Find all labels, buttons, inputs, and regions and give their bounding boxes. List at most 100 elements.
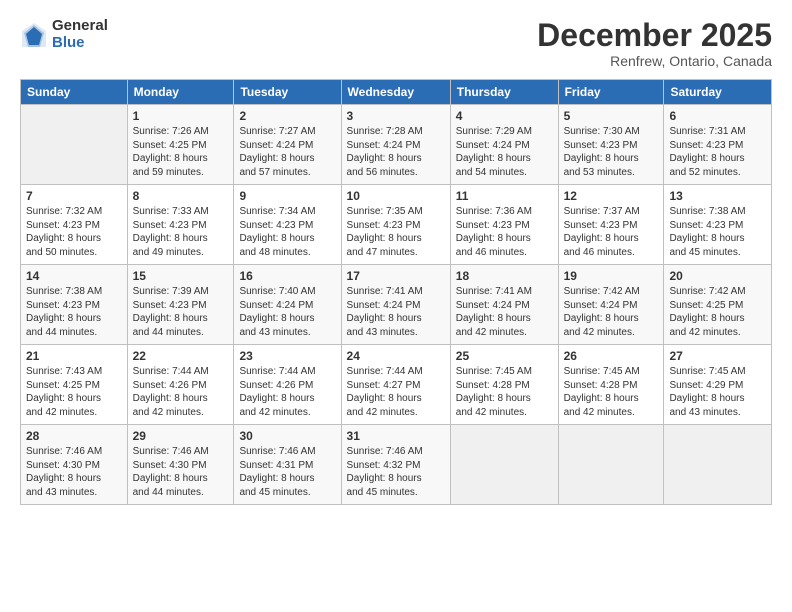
logo: General Blue [20, 18, 108, 51]
col-saturday: Saturday [664, 80, 772, 105]
day-number: 24 [347, 349, 445, 363]
calendar-cell: 21Sunrise: 7:43 AMSunset: 4:25 PMDayligh… [21, 345, 128, 425]
calendar-cell [21, 105, 128, 185]
day-number: 29 [133, 429, 229, 443]
day-info: Sunrise: 7:43 AMSunset: 4:25 PMDaylight:… [26, 365, 122, 419]
day-number: 26 [564, 349, 659, 363]
day-info: Sunrise: 7:44 AMSunset: 4:26 PMDaylight:… [133, 365, 229, 419]
day-number: 11 [456, 189, 553, 203]
day-info: Sunrise: 7:44 AMSunset: 4:26 PMDaylight:… [239, 365, 335, 419]
day-number: 2 [239, 109, 335, 123]
col-wednesday: Wednesday [341, 80, 450, 105]
calendar-cell: 20 Sunrise: 7:42 AMSunset: 4:25 PMDayligh… [664, 265, 772, 345]
calendar-cell: 28 Sunrise: 7:46 AMSunset: 4:30 PMDayligh… [21, 425, 128, 505]
day-info: Sunrise: 7:45 AMSunset: 4:28 PMDaylight:… [564, 365, 659, 419]
calendar-cell: 23 Sunrise: 7:44 AMSunset: 4:26 PMDayligh… [234, 345, 341, 425]
day-info: Sunrise: 7:27 AMSunset: 4:24 PMDaylight:… [239, 125, 335, 179]
logo-blue-text: Blue [52, 35, 108, 52]
day-info: Sunrise: 7:30 AMSunset: 4:23 PMDaylight:… [564, 125, 659, 179]
calendar-cell: 3Sunrise: 7:28 AMSunset: 4:24 PMDaylight… [341, 105, 450, 185]
calendar-cell: 17Sunrise: 7:41 AMSunset: 4:24 PMDayligh… [341, 265, 450, 345]
day-number: 31 [347, 429, 445, 443]
day-number: 23 [239, 349, 335, 363]
calendar-cell [450, 425, 558, 505]
calendar-cell: 31 Sunrise: 7:46 AMSunset: 4:32 PMDayligh… [341, 425, 450, 505]
day-info: Sunrise: 7:28 AMSunset: 4:24 PMDaylight:… [347, 125, 445, 179]
calendar-cell: 18 Sunrise: 7:41 AMSunset: 4:24 PMDayligh… [450, 265, 558, 345]
day-number: 19 [564, 269, 659, 283]
col-thursday: Thursday [450, 80, 558, 105]
day-number: 15 [133, 269, 229, 283]
col-friday: Friday [558, 80, 664, 105]
day-number: 18 [456, 269, 553, 283]
logo-text: General Blue [52, 18, 108, 51]
calendar-cell: 2 Sunrise: 7:27 AMSunset: 4:24 PMDaylight… [234, 105, 341, 185]
calendar-week-5: 28 Sunrise: 7:46 AMSunset: 4:30 PMDayligh… [21, 425, 772, 505]
day-info: Sunrise: 7:42 AMSunset: 4:24 PMDaylight:… [564, 285, 659, 339]
calendar-week-2: 7 Sunrise: 7:32 AMSunset: 4:23 PMDaylight… [21, 185, 772, 265]
calendar-cell: 4Sunrise: 7:29 AMSunset: 4:24 PMDaylight… [450, 105, 558, 185]
day-info: Sunrise: 7:38 AMSunset: 4:23 PMDaylight:… [26, 285, 122, 339]
calendar-cell: 25 Sunrise: 7:45 AMSunset: 4:28 PMDayligh… [450, 345, 558, 425]
calendar-cell: 13 Sunrise: 7:38 AMSunset: 4:23 PMDayligh… [664, 185, 772, 265]
day-number: 13 [669, 189, 766, 203]
day-info: Sunrise: 7:46 AMSunset: 4:30 PMDaylight:… [133, 445, 229, 499]
day-number: 12 [564, 189, 659, 203]
col-sunday: Sunday [21, 80, 128, 105]
calendar-cell: 15 Sunrise: 7:39 AMSunset: 4:23 PMDayligh… [127, 265, 234, 345]
day-number: 27 [669, 349, 766, 363]
header-row: Sunday Monday Tuesday Wednesday Thursday… [21, 80, 772, 105]
calendar-cell: 29 Sunrise: 7:46 AMSunset: 4:30 PMDayligh… [127, 425, 234, 505]
day-info: Sunrise: 7:45 AMSunset: 4:29 PMDaylight:… [669, 365, 766, 419]
day-info: Sunrise: 7:40 AMSunset: 4:24 PMDaylight:… [239, 285, 335, 339]
calendar-cell: 22 Sunrise: 7:44 AMSunset: 4:26 PMDayligh… [127, 345, 234, 425]
day-info: Sunrise: 7:37 AMSunset: 4:23 PMDaylight:… [564, 205, 659, 259]
calendar-cell: 27 Sunrise: 7:45 AMSunset: 4:29 PMDayligh… [664, 345, 772, 425]
day-info: Sunrise: 7:35 AMSunset: 4:23 PMDaylight:… [347, 205, 445, 259]
day-info: Sunrise: 7:38 AMSunset: 4:23 PMDaylight:… [669, 205, 766, 259]
day-number: 30 [239, 429, 335, 443]
day-number: 10 [347, 189, 445, 203]
day-info: Sunrise: 7:44 AMSunset: 4:27 PMDaylight:… [347, 365, 445, 419]
day-info: Sunrise: 7:32 AMSunset: 4:23 PMDaylight:… [26, 205, 122, 259]
calendar-cell [558, 425, 664, 505]
day-info: Sunrise: 7:39 AMSunset: 4:23 PMDaylight:… [133, 285, 229, 339]
calendar-cell: 24 Sunrise: 7:44 AMSunset: 4:27 PMDayligh… [341, 345, 450, 425]
title-section: December 2025 Renfrew, Ontario, Canada [537, 18, 772, 69]
day-number: 8 [133, 189, 229, 203]
day-number: 9 [239, 189, 335, 203]
calendar-cell: 11 Sunrise: 7:36 AMSunset: 4:23 PMDayligh… [450, 185, 558, 265]
day-info: Sunrise: 7:31 AMSunset: 4:23 PMDaylight:… [669, 125, 766, 179]
calendar-cell: 19 Sunrise: 7:42 AMSunset: 4:24 PMDayligh… [558, 265, 664, 345]
day-info: Sunrise: 7:36 AMSunset: 4:23 PMDaylight:… [456, 205, 553, 259]
day-number: 28 [26, 429, 122, 443]
day-info: Sunrise: 7:46 AMSunset: 4:31 PMDaylight:… [239, 445, 335, 499]
calendar-cell: 9 Sunrise: 7:34 AMSunset: 4:23 PMDaylight… [234, 185, 341, 265]
day-number: 6 [669, 109, 766, 123]
day-info: Sunrise: 7:33 AMSunset: 4:23 PMDaylight:… [133, 205, 229, 259]
col-tuesday: Tuesday [234, 80, 341, 105]
calendar-cell: 26 Sunrise: 7:45 AMSunset: 4:28 PMDayligh… [558, 345, 664, 425]
day-info: Sunrise: 7:41 AMSunset: 4:24 PMDaylight:… [456, 285, 553, 339]
day-number: 4 [456, 109, 553, 123]
calendar-cell: 12 Sunrise: 7:37 AMSunset: 4:23 PMDayligh… [558, 185, 664, 265]
calendar-cell: 30 Sunrise: 7:46 AMSunset: 4:31 PMDayligh… [234, 425, 341, 505]
calendar-cell: 6 Sunrise: 7:31 AMSunset: 4:23 PMDaylight… [664, 105, 772, 185]
calendar-week-3: 14Sunrise: 7:38 AMSunset: 4:23 PMDayligh… [21, 265, 772, 345]
day-info: Sunrise: 7:46 AMSunset: 4:32 PMDaylight:… [347, 445, 445, 499]
calendar-cell: 5Sunrise: 7:30 AMSunset: 4:23 PMDaylight… [558, 105, 664, 185]
day-number: 20 [669, 269, 766, 283]
day-info: Sunrise: 7:42 AMSunset: 4:25 PMDaylight:… [669, 285, 766, 339]
day-info: Sunrise: 7:45 AMSunset: 4:28 PMDaylight:… [456, 365, 553, 419]
day-info: Sunrise: 7:46 AMSunset: 4:30 PMDaylight:… [26, 445, 122, 499]
col-monday: Monday [127, 80, 234, 105]
calendar-cell: 14Sunrise: 7:38 AMSunset: 4:23 PMDayligh… [21, 265, 128, 345]
day-number: 7 [26, 189, 122, 203]
day-info: Sunrise: 7:34 AMSunset: 4:23 PMDaylight:… [239, 205, 335, 259]
calendar-cell: 10 Sunrise: 7:35 AMSunset: 4:23 PMDayligh… [341, 185, 450, 265]
page-container: General Blue December 2025 Renfrew, Onta… [0, 0, 792, 515]
day-number: 25 [456, 349, 553, 363]
day-number: 22 [133, 349, 229, 363]
day-info: Sunrise: 7:41 AMSunset: 4:24 PMDaylight:… [347, 285, 445, 339]
calendar-table: Sunday Monday Tuesday Wednesday Thursday… [20, 79, 772, 505]
